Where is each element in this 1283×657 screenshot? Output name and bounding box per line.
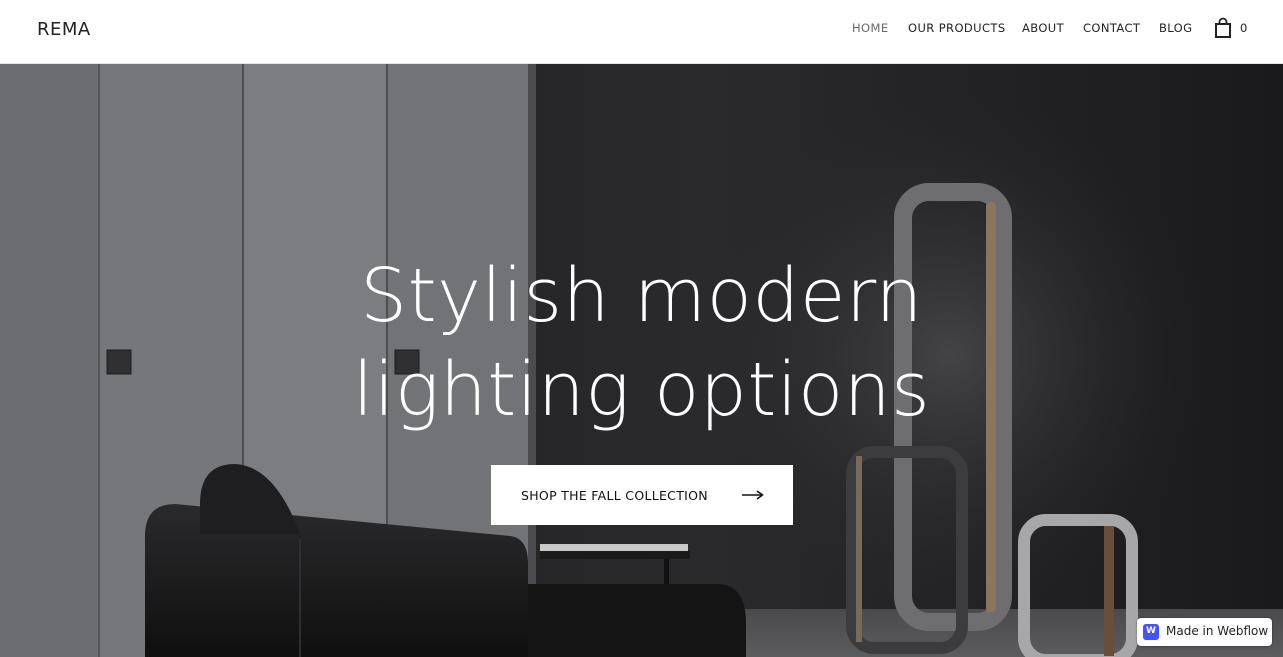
shopping-bag-icon bbox=[1215, 17, 1231, 38]
hero-title-line-2: lighting options bbox=[352, 347, 931, 433]
shop-collection-label: SHOP THE FALL COLLECTION bbox=[521, 488, 708, 503]
nav-link-blog[interactable]: BLOG bbox=[1159, 21, 1192, 35]
nav-link-our-products[interactable]: OUR PRODUCTS bbox=[908, 21, 1006, 35]
hero-title-line-1: Stylish modern bbox=[360, 253, 923, 339]
main-nav: HOME OUR PRODUCTS ABOUT CONTACT BLOG bbox=[0, 21, 1283, 37]
made-in-webflow-badge[interactable]: W Made in Webflow bbox=[1137, 618, 1272, 646]
shop-collection-button[interactable]: SHOP THE FALL COLLECTION bbox=[491, 465, 793, 525]
nav-link-home[interactable]: HOME bbox=[852, 21, 889, 35]
cart-count: 0 bbox=[1240, 21, 1248, 35]
hero-title: Stylish modern lighting options bbox=[0, 249, 1283, 437]
site-header: REMA HOME OUR PRODUCTS ABOUT CONTACT BLO… bbox=[0, 0, 1283, 64]
arrow-right-icon bbox=[742, 490, 764, 500]
made-in-webflow-label: Made in Webflow bbox=[1166, 624, 1269, 638]
nav-link-contact[interactable]: CONTACT bbox=[1083, 21, 1140, 35]
nav-link-about[interactable]: ABOUT bbox=[1022, 21, 1064, 35]
cart-button[interactable]: 0 bbox=[1214, 17, 1254, 39]
hero-section: Stylish modern lighting options SHOP THE… bbox=[0, 64, 1283, 657]
webflow-logo-icon: W bbox=[1143, 624, 1159, 640]
